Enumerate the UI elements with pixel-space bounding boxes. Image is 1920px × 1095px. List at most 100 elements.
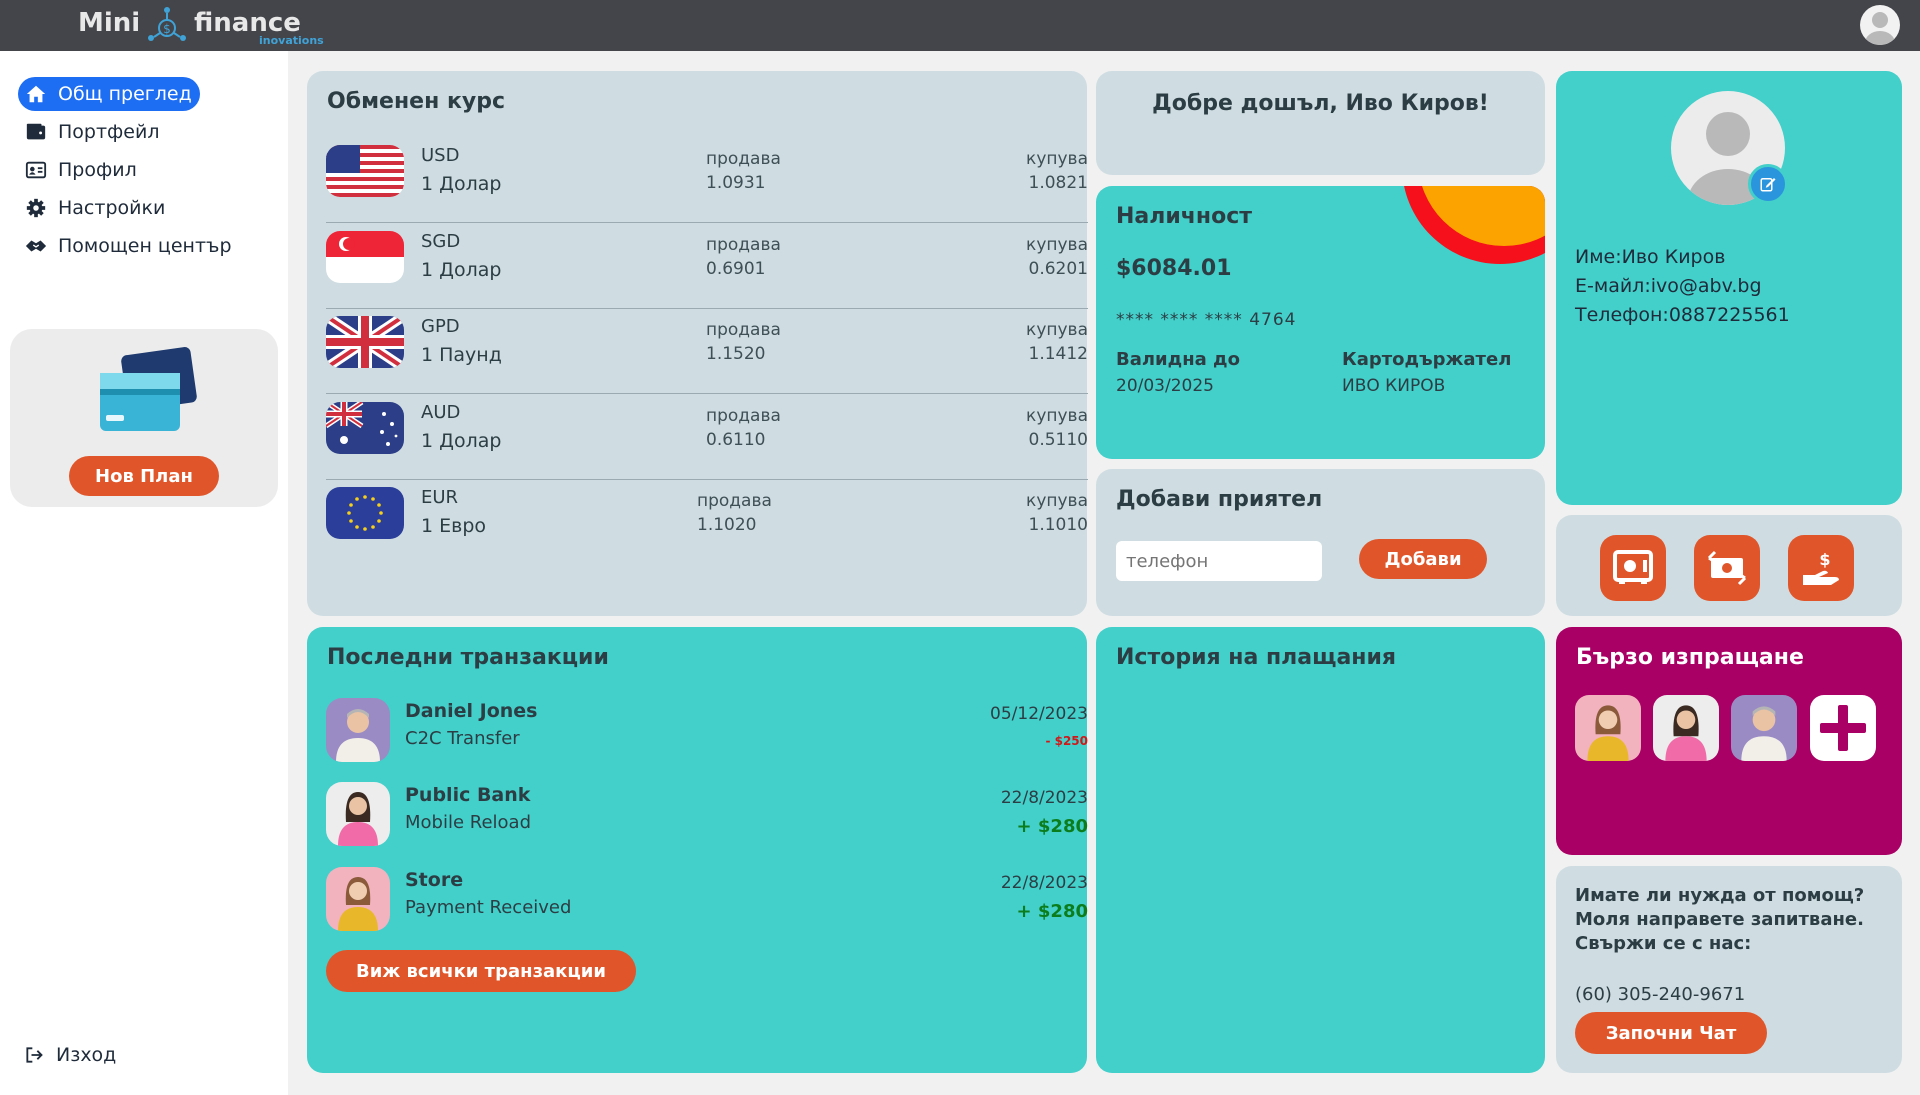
buy-value: 0.5110 — [1028, 430, 1088, 450]
transaction-amount: + $280 — [1016, 901, 1088, 922]
user-silhouette-icon — [1865, 12, 1895, 45]
help-card: Имате ли нужда от помощ? Моля направете … — [1556, 866, 1902, 1073]
gear-icon — [24, 196, 48, 220]
currency-name: 1 Долар — [421, 259, 502, 281]
logout-label: Изход — [56, 1044, 117, 1066]
transaction-avatar — [326, 698, 390, 762]
valid-until-label: Валидна до — [1116, 349, 1240, 370]
transaction-row[interactable]: Daniel Jones C2C Transfer 05/12/2023 - $… — [326, 698, 1088, 768]
uk-flag-icon — [326, 316, 404, 368]
quick-send-card: Бързо изпращане — [1556, 627, 1902, 855]
credit-cards-icon — [100, 347, 197, 431]
sidebar-item-label: Общ преглед — [58, 83, 192, 105]
payment-history-card: История на плащания — [1096, 627, 1545, 1073]
request-money-button[interactable]: $ — [1788, 535, 1854, 601]
help-phone: (60) 305-240-9671 — [1575, 984, 1746, 1005]
currency-name: 1 Евро — [421, 515, 487, 537]
sell-value: 1.1520 — [706, 344, 766, 364]
transaction-date: 22/8/2023 — [1000, 873, 1088, 893]
transaction-amount: + $280 — [1016, 816, 1088, 837]
home-icon — [24, 82, 48, 106]
sell-value: 1.0931 — [706, 173, 766, 193]
sidebar-item-label: Портфейл — [58, 121, 160, 143]
currency-code: EUR — [421, 487, 459, 508]
rate-row-eur: EUR 1 Евро продава 1.1020 купува 1.1010 — [326, 479, 1088, 565]
buy-label: купува — [1026, 235, 1088, 255]
transaction-name: Store — [405, 869, 464, 891]
buy-label: купува — [1026, 320, 1088, 340]
sidebar-item-profile[interactable]: Профил — [18, 153, 145, 187]
balance-title: Наличност — [1116, 204, 1252, 229]
sidebar-item-settings[interactable]: Настройки — [18, 191, 173, 225]
card-decoration — [1404, 186, 1545, 264]
new-plan-card: Нов План — [10, 329, 278, 507]
currency-name: 1 Паунд — [421, 344, 502, 366]
profile-card: Име:Иво Киров Е-майл:ivo@abv.bg Телефон:… — [1556, 71, 1902, 505]
svg-text:$: $ — [1819, 550, 1830, 569]
us-flag-icon — [326, 145, 404, 197]
add-friend-title: Добави приятел — [1116, 487, 1323, 512]
quick-send-contact[interactable] — [1731, 695, 1797, 761]
rate-row-sgd: SGD 1 Долар продава 0.6901 купува 0.6201 — [326, 223, 1088, 309]
currency-name: 1 Долар — [421, 430, 502, 452]
money-exchange-icon — [1707, 550, 1747, 586]
handshake-icon — [24, 234, 48, 258]
transactions-title: Последни транзакции — [327, 645, 609, 670]
network-dollar-icon: $ — [148, 7, 186, 41]
valid-until-value: 20/03/2025 — [1116, 376, 1214, 396]
transaction-description: Payment Received — [405, 897, 572, 918]
quick-send-contact[interactable] — [1575, 695, 1641, 761]
sidebar-item-label: Настройки — [58, 197, 166, 219]
edit-profile-button[interactable] — [1748, 164, 1788, 204]
id-card-icon — [24, 158, 48, 182]
profile-email: Е-майл:ivo@abv.bg — [1575, 275, 1762, 297]
currency-code: GPD — [421, 316, 460, 337]
exchange-money-button[interactable] — [1694, 535, 1760, 601]
exchange-title: Обменен курс — [327, 89, 506, 114]
wallet-icon — [24, 120, 48, 144]
transaction-date: 05/12/2023 — [990, 704, 1088, 724]
balance-amount: $6084.01 — [1116, 256, 1232, 281]
australia-flag-icon — [326, 402, 404, 454]
help-text: Имате ли нужда от помощ? Моля направете … — [1575, 884, 1875, 956]
transaction-row[interactable]: Store Payment Received 22/8/2023 + $280 — [326, 867, 1088, 937]
transaction-avatar — [326, 782, 390, 846]
transaction-description: C2C Transfer — [405, 728, 520, 749]
transaction-description: Mobile Reload — [405, 812, 532, 833]
currency-code: SGD — [421, 231, 461, 252]
safe-icon — [1613, 550, 1653, 584]
start-chat-button[interactable]: Започни Чат — [1575, 1012, 1767, 1054]
svg-text:$: $ — [163, 22, 171, 36]
sidebar-item-label: Помощен център — [58, 235, 232, 257]
transaction-amount: - $250 — [1045, 734, 1088, 748]
buy-value: 1.0821 — [1028, 173, 1088, 193]
sidebar-item-wallet[interactable]: Портфейл — [18, 115, 167, 149]
sidebar-item-help-center[interactable]: Помощен център — [18, 229, 240, 263]
sell-label: продава — [706, 149, 781, 169]
user-avatar[interactable] — [1860, 5, 1900, 45]
singapore-flag-icon — [326, 231, 404, 283]
currency-name: 1 Долар — [421, 173, 502, 195]
sell-label: продава — [697, 491, 772, 511]
transaction-avatar — [326, 867, 390, 931]
welcome-card: Добре дошъл, Иво Киров! — [1096, 71, 1545, 175]
help-question: Имате ли нужда от помощ? Моля направете … — [1575, 885, 1865, 930]
buy-value: 1.1412 — [1028, 344, 1088, 364]
quick-send-contact[interactable] — [1653, 695, 1719, 761]
transaction-row[interactable]: Public Bank Mobile Reload 22/8/2023 + $2… — [326, 782, 1088, 852]
logout-link[interactable]: Изход — [24, 1044, 116, 1066]
quick-actions-card: $ — [1556, 515, 1902, 616]
view-all-transactions-button[interactable]: Виж всички транзакции — [326, 950, 636, 992]
exchange-rate-card: Обменен курс USD 1 Долар продава 1.0931 … — [307, 71, 1088, 616]
deposit-button[interactable] — [1600, 535, 1666, 601]
buy-label: купува — [1026, 406, 1088, 426]
balance-card: Наличност $6084.01 **** **** **** 4764 В… — [1096, 186, 1545, 459]
add-contact-button[interactable] — [1810, 695, 1876, 761]
phone-input[interactable] — [1116, 541, 1322, 581]
help-contact-label: Свържи се с нас: — [1575, 933, 1752, 954]
new-plan-button[interactable]: Нов План — [69, 456, 219, 496]
sell-value: 0.6901 — [706, 259, 766, 279]
add-friend-button[interactable]: Добави — [1359, 539, 1487, 579]
sidebar-item-overview[interactable]: Общ преглед — [18, 77, 200, 111]
logo-text-mini: Mini — [78, 8, 141, 38]
